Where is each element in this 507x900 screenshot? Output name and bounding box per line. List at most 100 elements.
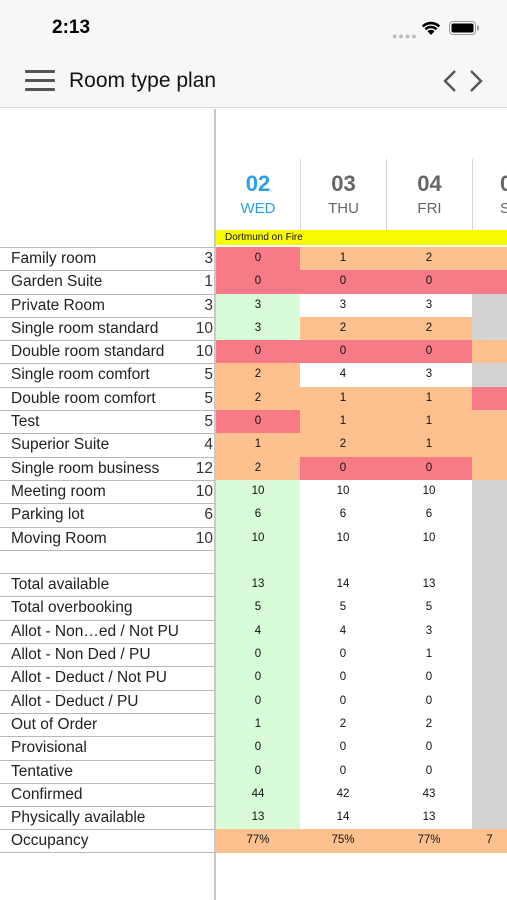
grid-cell[interactable]: 0 <box>386 736 472 760</box>
grid-cell[interactable]: 14 <box>300 573 386 597</box>
grid-cell[interactable] <box>472 293 507 317</box>
grid-cell[interactable]: 1 <box>386 643 472 667</box>
grid-cell[interactable]: 1 <box>300 410 386 434</box>
grid-cell[interactable]: 13 <box>216 573 300 597</box>
chevron-right-icon[interactable] <box>467 68 485 94</box>
day-header-3[interactable]: 0 S <box>500 159 507 230</box>
room-type-row[interactable]: Family room 3 <box>0 247 215 270</box>
grid-cell[interactable]: 0 <box>216 270 300 294</box>
grid-cell[interactable]: 10 <box>386 526 472 550</box>
day-header-2[interactable]: 04 FRI <box>387 159 472 230</box>
summary-row[interactable]: Allot - Deduct / PU <box>0 689 215 713</box>
grid-cell[interactable]: 14 <box>300 806 386 830</box>
grid-cell[interactable]: 13 <box>386 806 472 830</box>
grid-cell[interactable]: 0 <box>386 689 472 713</box>
grid-cell[interactable]: 5 <box>300 596 386 620</box>
grid-cell[interactable] <box>472 619 507 644</box>
grid-cell[interactable]: 0 <box>300 666 386 690</box>
grid-cell[interactable]: 0 <box>386 340 472 364</box>
grid-cell[interactable]: 3 <box>216 316 300 341</box>
grid-cell[interactable]: 3 <box>386 619 472 644</box>
grid-cell[interactable] <box>472 386 507 411</box>
grid-cell[interactable]: 4 <box>216 619 300 644</box>
chevron-left-icon[interactable] <box>441 68 459 94</box>
room-type-row[interactable]: Moving Room 10 <box>0 526 215 550</box>
grid-cell[interactable] <box>472 689 507 713</box>
grid-cell[interactable]: 0 <box>216 643 300 667</box>
grid-cell[interactable]: 44 <box>216 782 300 807</box>
grid-cell[interactable]: 0 <box>386 270 472 294</box>
grid-cell[interactable]: 1 <box>300 386 386 411</box>
grid-cell[interactable] <box>472 806 507 830</box>
event-banner[interactable]: Dortmund on Fire <box>216 230 507 245</box>
grid-cell[interactable]: 1 <box>216 712 300 737</box>
grid-cell[interactable]: 10 <box>300 479 386 504</box>
summary-row[interactable]: Allot - Non…ed / Not PU <box>0 619 215 643</box>
grid-cell[interactable]: 2 <box>386 712 472 737</box>
grid-cell[interactable]: 0 <box>300 456 386 480</box>
grid-cell[interactable] <box>472 503 507 527</box>
grid-cell[interactable]: 2 <box>216 363 300 387</box>
grid-cell[interactable] <box>472 736 507 760</box>
grid-cell[interactable]: 7 <box>472 829 507 853</box>
grid-cell[interactable]: 4 <box>300 619 386 644</box>
room-type-row[interactable]: Single room standard 10 <box>0 316 215 340</box>
grid-cell[interactable]: 3 <box>386 293 472 317</box>
summary-row[interactable]: Allot - Non Ded / PU <box>0 643 215 666</box>
summary-row[interactable]: Confirmed <box>0 782 215 806</box>
grid-cell[interactable]: 6 <box>300 503 386 527</box>
grid-cell[interactable]: 1 <box>386 410 472 434</box>
summary-row[interactable]: Tentative <box>0 759 215 783</box>
grid-cell[interactable]: 2 <box>216 386 300 411</box>
grid-cell[interactable]: 1 <box>386 433 472 457</box>
day-header-1[interactable]: 03 THU <box>301 159 386 230</box>
grid-cell[interactable]: 5 <box>216 596 300 620</box>
hamburger-menu-icon[interactable] <box>25 69 56 93</box>
grid-cell[interactable]: 10 <box>300 526 386 550</box>
room-type-row[interactable]: Garden Suite 1 <box>0 270 215 293</box>
grid-cell[interactable]: 2 <box>386 316 472 341</box>
grid-cell[interactable]: 3 <box>300 293 386 317</box>
grid-cell[interactable]: 0 <box>216 666 300 690</box>
grid-cell[interactable] <box>472 712 507 737</box>
summary-row[interactable]: Total overbooking <box>0 596 215 619</box>
room-type-row[interactable]: Parking lot 6 <box>0 503 215 526</box>
grid-cell[interactable]: 0 <box>300 270 386 294</box>
grid-cell[interactable]: 0 <box>216 689 300 713</box>
grid-cell[interactable]: 10 <box>216 526 300 550</box>
grid-cell[interactable] <box>472 456 507 480</box>
summary-row[interactable]: Total available <box>0 573 215 596</box>
grid-cell[interactable]: 10 <box>386 479 472 504</box>
grid-cell[interactable]: 42 <box>300 782 386 807</box>
room-type-row[interactable]: Double room comfort 5 <box>0 386 215 410</box>
grid-cell[interactable] <box>472 316 507 341</box>
grid-cell[interactable]: 0 <box>300 643 386 667</box>
summary-row[interactable]: Allot - Deduct / Not PU <box>0 666 215 689</box>
grid-cell[interactable]: 2 <box>300 316 386 341</box>
summary-row[interactable]: Occupancy <box>0 829 215 853</box>
grid-cell[interactable]: 75% <box>300 829 386 853</box>
grid-cell[interactable]: 0 <box>216 736 300 760</box>
grid-cell[interactable]: 3 <box>386 363 472 387</box>
grid-cell[interactable] <box>472 643 507 667</box>
room-type-row[interactable]: Single room business 12 <box>0 456 215 480</box>
grid-cell[interactable] <box>472 759 507 783</box>
day-header-0[interactable]: 02 WED <box>216 159 300 230</box>
grid-cell[interactable]: 2 <box>386 247 472 271</box>
grid-cell[interactable] <box>472 340 507 364</box>
grid-cell[interactable] <box>472 573 507 597</box>
grid-cell[interactable] <box>472 782 507 807</box>
grid-cell[interactable]: 13 <box>386 573 472 597</box>
grid-cell[interactable]: 0 <box>216 247 300 271</box>
grid-cell[interactable] <box>472 596 507 620</box>
grid-cell[interactable]: 2 <box>300 712 386 737</box>
room-type-row[interactable]: Meeting room 10 <box>0 479 215 503</box>
room-type-row[interactable]: Single room comfort 5 <box>0 363 215 386</box>
summary-row[interactable]: Out of Order <box>0 712 215 736</box>
grid-cell[interactable]: 10 <box>216 479 300 504</box>
grid-cell[interactable]: 6 <box>386 503 472 527</box>
grid-cell[interactable]: 0 <box>300 340 386 364</box>
grid-cell[interactable]: 4 <box>300 363 386 387</box>
room-type-row[interactable]: Test 5 <box>0 410 215 433</box>
grid-cell[interactable]: 1 <box>386 386 472 411</box>
